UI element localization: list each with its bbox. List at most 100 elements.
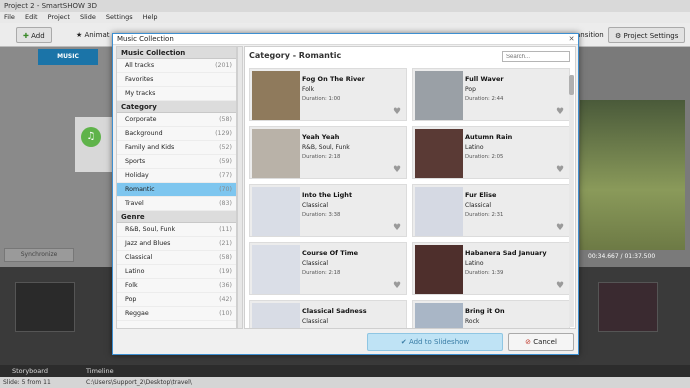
track-duration: Duration: 1:39 (465, 270, 504, 276)
track-card[interactable]: Yeah Yeah R&B, Soul, Funk Duration: 2:18 ♥ (249, 126, 407, 179)
sidebar-item-count: (59) (219, 158, 232, 165)
sidebar-item-label: Holiday (125, 172, 149, 179)
menu-file[interactable]: File (4, 13, 15, 21)
menu-edit[interactable]: Edit (25, 13, 38, 21)
tab-storyboard[interactable]: Storyboard (12, 367, 48, 375)
add-button[interactable]: ✚ Add (16, 27, 52, 43)
favorite-heart-icon[interactable]: ♥ (555, 165, 565, 175)
sidebar-item-background[interactable]: Background (129) (117, 127, 236, 141)
track-genre: R&B, Soul, Funk (302, 144, 350, 151)
section-header-category: Category (117, 101, 236, 113)
music-placeholder: ♫ (75, 117, 115, 172)
track-genre: Classical (465, 202, 492, 209)
sidebar-item-label: Romantic (125, 186, 155, 193)
cancel-button[interactable]: ⊘ Cancel (508, 333, 574, 351)
track-title: Fur Elise (465, 191, 497, 199)
add-to-slideshow-button[interactable]: ✔ Add to Slideshow (367, 333, 503, 351)
sidebar-item-corporate[interactable]: Corporate (58) (117, 113, 236, 127)
track-card[interactable]: Into the Light Classical Duration: 3:38 ♥ (249, 184, 407, 237)
check-icon: ✔ (400, 338, 409, 346)
sidebar-item-favorites[interactable]: Favorites (117, 73, 236, 87)
track-title: Classical Sadness (302, 307, 367, 315)
track-card[interactable]: Fog On The River Folk Duration: 1:00 ♥ (249, 68, 407, 121)
favorite-heart-icon[interactable]: ♥ (555, 107, 565, 117)
track-duration: Duration: 2:25 (465, 328, 503, 329)
sidebar-item-count: (36) (219, 282, 232, 289)
sidebar-item-all-tracks[interactable]: All tracks (201) (117, 59, 236, 73)
sidebar-item-classical[interactable]: Classical (58) (117, 251, 236, 265)
music-collection-dialog: Music Collection ✕ Music Collection All … (112, 33, 579, 355)
sidebar-item-romantic[interactable]: Romantic (70) (117, 183, 236, 197)
scrollbar-thumb[interactable] (569, 75, 574, 95)
track-title: Autumn Rain (465, 133, 513, 141)
sidebar-item-label: Pop (125, 296, 137, 303)
music-tab[interactable]: MUSIC (38, 49, 98, 65)
slide-thumbnail[interactable] (598, 282, 658, 332)
favorite-heart-icon[interactable]: ♥ (392, 107, 402, 117)
sidebar-item-jazz-and-blues[interactable]: Jazz and Blues (21) (117, 237, 236, 251)
sidebar-item-count: (77) (219, 172, 232, 179)
track-card[interactable]: Habanera Sad January Latino Duration: 1:39… (412, 242, 570, 295)
sidebar-item-travel[interactable]: Travel (83) (117, 197, 236, 211)
sidebar-item-count: (83) (219, 200, 232, 207)
project-settings-button[interactable]: ⚙ Project Settings (608, 27, 686, 43)
track-list-scrollbar[interactable] (569, 75, 574, 327)
favorite-heart-icon[interactable]: ♥ (392, 281, 402, 291)
sidebar-item-pop[interactable]: Pop (42) (117, 293, 236, 307)
track-cover-image (415, 303, 463, 328)
track-card[interactable]: Bring it OnRockDuration: 2:25♥ (412, 300, 570, 329)
track-duration: Duration: 2:18 (302, 154, 341, 160)
sidebar-item-label: R&B, Soul, Funk (125, 226, 176, 233)
favorite-heart-icon[interactable]: ♥ (392, 165, 402, 175)
synchronize-button[interactable]: Synchronize (4, 248, 74, 262)
left-panel: ♫ Synchronize (0, 47, 115, 267)
track-genre: Pop (465, 86, 476, 93)
track-card[interactable]: Autumn Rain Latino Duration: 2:05 ♥ (412, 126, 570, 179)
sidebar-item-label: Latino (125, 268, 145, 275)
menu-settings[interactable]: Settings (106, 13, 133, 21)
track-card[interactable]: Fur Elise Classical Duration: 2:31 ♥ (412, 184, 570, 237)
slide-thumbnail[interactable] (15, 282, 75, 332)
track-cover-image (415, 71, 463, 120)
sidebar-item-family-and-kids[interactable]: Family and Kids (52) (117, 141, 236, 155)
sidebar-item-folk[interactable]: Folk (36) (117, 279, 236, 293)
sidebar-item-count: (129) (215, 130, 232, 137)
sidebar-item-label: Family and Kids (125, 144, 175, 151)
sidebar-item-label: All tracks (125, 62, 155, 69)
sidebar-item-reggae[interactable]: Reggae (10) (117, 307, 236, 321)
section-header-genre: Genre (117, 211, 236, 223)
project-path: C:\Users\Support_2\Desktop\travel\ (86, 379, 192, 386)
sidebar-item-label: Background (125, 130, 163, 137)
cancel-icon: ⊘ (525, 338, 534, 346)
sidebar-item-label: My tracks (125, 90, 156, 97)
track-cover-image (252, 303, 300, 328)
track-genre: Classical (302, 318, 329, 325)
slide-counter: Slide: 5 from 11 (3, 379, 51, 386)
track-card[interactable]: Course Of Time Classical Duration: 2:18 ♥ (249, 242, 407, 295)
track-title: Full Waver (465, 75, 504, 83)
sidebar-item-latino[interactable]: Latino (19) (117, 265, 236, 279)
track-duration: Duration: 2:31 (465, 212, 504, 218)
menu-help[interactable]: Help (143, 13, 158, 21)
track-duration: Duration: 1:49 (302, 328, 340, 329)
sidebar-item-holiday[interactable]: Holiday (77) (117, 169, 236, 183)
menu-slide[interactable]: Slide (80, 13, 96, 21)
sidebar-scrollbar[interactable] (237, 46, 243, 329)
close-icon[interactable]: ✕ (567, 35, 576, 44)
search-input[interactable] (502, 51, 570, 62)
sidebar-item-sports[interactable]: Sports (59) (117, 155, 236, 169)
star-icon: ★ (76, 31, 85, 39)
sidebar-item-r-b-soul-funk[interactable]: R&B, Soul, Funk (11) (117, 223, 236, 237)
favorite-heart-icon[interactable]: ♥ (555, 223, 565, 233)
timecode: 00:34.667 / 01:37.500 (588, 253, 656, 260)
tab-timeline[interactable]: Timeline (86, 367, 114, 375)
sidebar-item-my-tracks[interactable]: My tracks (117, 87, 236, 101)
menu-project[interactable]: Project (48, 13, 70, 21)
track-card[interactable]: Full Waver Pop Duration: 2:44 ♥ (412, 68, 570, 121)
favorite-heart-icon[interactable]: ♥ (392, 223, 402, 233)
favorite-heart-icon[interactable]: ♥ (555, 281, 565, 291)
track-card[interactable]: Classical Sadness Classical Duration: 1:49… (249, 300, 407, 329)
section-header-collection: Music Collection (117, 47, 236, 59)
animate-button[interactable]: ★ Animat (70, 27, 116, 43)
category-sidebar: Music Collection All tracks (201) Favorite… (116, 46, 237, 329)
